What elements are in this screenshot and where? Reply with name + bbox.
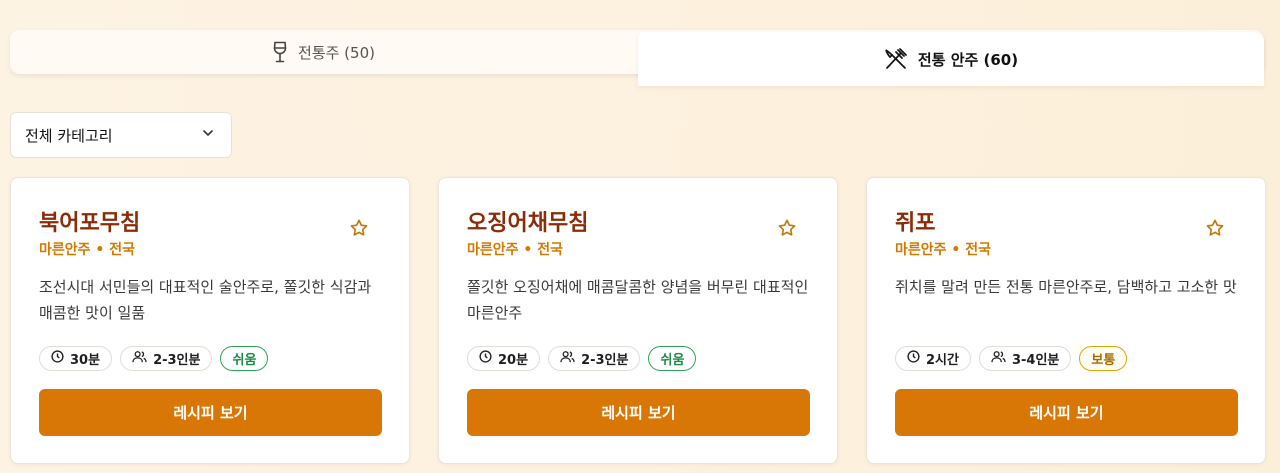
tab-traditional-snacks[interactable]: 전통 안주 (60) [638, 32, 1264, 86]
recipe-title: 북어포무침 [39, 211, 141, 236]
view-recipe-button[interactable]: 레시피 보기 [895, 389, 1238, 436]
view-recipe-button[interactable]: 레시피 보기 [467, 389, 810, 436]
star-icon[interactable] [349, 218, 369, 242]
recipe-meta: 마른안주 • 전국 [467, 242, 563, 258]
difficulty-badge: 보통 [1079, 346, 1128, 371]
users-icon [132, 350, 147, 367]
difficulty-badge: 쉬움 [648, 346, 697, 371]
category-select[interactable]: 전체 카테고리 [10, 112, 232, 158]
recipe-badges: 30분 2-3인분 쉬움 [39, 346, 269, 371]
difficulty-badge: 쉬움 [220, 346, 269, 371]
users-icon [991, 350, 1006, 367]
recipe-title: 오징어채무침 [467, 211, 589, 236]
recipe-title: 쥐포 [895, 211, 936, 236]
servings-value: 3-4인분 [1011, 353, 1060, 368]
recipe-description: 조선시대 서민들의 대표적인 술안주로, 쫄깃한 식감과 매콤한 맛이 일품 [39, 278, 372, 322]
time-badge: 20분 [467, 346, 541, 371]
time-value: 30분 [70, 353, 101, 368]
recipe-description: 쫄깃한 오징어채에 매콤달콤한 양념을 버무린 대표적인 마른안주 [467, 278, 809, 322]
view-recipe-button[interactable]: 레시피 보기 [39, 389, 382, 436]
wine-glass-icon [272, 41, 288, 63]
time-value: 2시간 [926, 353, 959, 368]
servings-value: 2-3인분 [153, 353, 201, 368]
users-icon [560, 350, 575, 367]
chevron-down-icon [201, 126, 215, 144]
tab-bar: 전통주 (50) 전통 안주 (60) [10, 30, 1264, 86]
servings-badge: 2-3인분 [120, 346, 213, 371]
servings-value: 2-3인분 [581, 353, 629, 368]
recipe-meta: 마른안주 • 전국 [39, 242, 135, 258]
tab-label: 전통 안주 (60) [917, 50, 1019, 69]
recipe-card: 북어포무침 마른안주 • 전국 조선시대 서민들의 대표적인 술안주로, 쫄깃한… [10, 177, 410, 464]
recipe-badges: 2시간 3-4인분 보통 [895, 346, 1128, 371]
clock-icon [479, 350, 492, 367]
time-value: 20분 [498, 353, 529, 368]
servings-badge: 2-3인분 [548, 346, 641, 371]
time-badge: 30분 [39, 346, 113, 371]
recipe-card: 쥐포 마른안주 • 전국 쥐치를 말려 만든 전통 마른안주로, 담백하고 고소… [866, 177, 1266, 464]
fork-knife-icon [884, 48, 908, 70]
recipe-badges: 20분 2-3인분 쉬움 [467, 346, 697, 371]
servings-badge: 3-4인분 [978, 346, 1072, 371]
clock-icon [907, 350, 920, 367]
star-icon[interactable] [777, 218, 797, 242]
recipe-card: 오징어채무침 마른안주 • 전국 쫄깃한 오징어채에 매콤달콤한 양념을 버무린… [438, 177, 838, 464]
tab-label: 전통주 (50) [298, 43, 375, 62]
time-badge: 2시간 [895, 346, 971, 371]
category-select-value: 전체 카테고리 [25, 126, 113, 145]
tab-traditional-liquor[interactable]: 전통주 (50) [10, 30, 637, 74]
star-icon[interactable] [1205, 218, 1225, 242]
clock-icon [51, 350, 64, 367]
recipe-meta: 마른안주 • 전국 [895, 242, 991, 258]
recipe-description: 쥐치를 말려 만든 전통 마른안주로, 담백하고 고소한 맛 [895, 278, 1237, 296]
